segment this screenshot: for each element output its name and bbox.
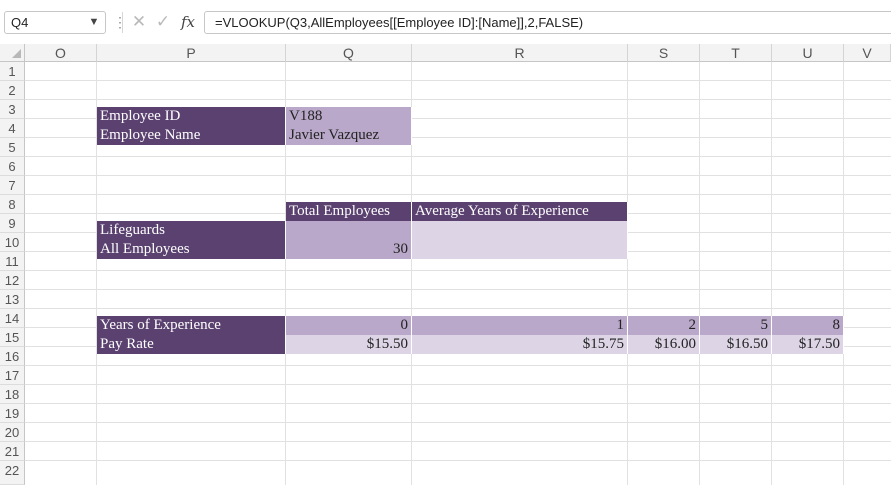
gridline xyxy=(25,270,891,271)
row-header[interactable]: 4 xyxy=(0,119,25,138)
row-header[interactable]: 11 xyxy=(0,252,25,271)
gridline xyxy=(25,384,891,385)
row-header[interactable]: 2 xyxy=(0,81,25,100)
employee-name-label-cell[interactable]: Employee Name xyxy=(97,126,286,145)
gridline xyxy=(25,156,891,157)
gridline xyxy=(25,194,891,195)
row-header[interactable]: 13 xyxy=(0,290,25,309)
row-header[interactable]: 19 xyxy=(0,404,25,423)
row-header[interactable]: 1 xyxy=(0,62,25,81)
chevron-down-icon[interactable]: ▼ xyxy=(87,14,101,31)
row-header[interactable]: 14 xyxy=(0,309,25,328)
row-header[interactable]: 7 xyxy=(0,176,25,195)
row-header[interactable]: 20 xyxy=(0,423,25,442)
total-employees-header-cell[interactable]: Total Employees xyxy=(286,202,412,221)
column-header-t[interactable]: T xyxy=(700,44,772,62)
years-of-experience-label-cell[interactable]: Years of Experience xyxy=(97,316,286,335)
pay-rate-cell[interactable]: $15.50 xyxy=(286,335,412,354)
column-header-s[interactable]: S xyxy=(628,44,700,62)
row-header[interactable]: 21 xyxy=(0,442,25,461)
pay-rate-cell[interactable]: $16.50 xyxy=(700,335,772,354)
years-cell[interactable]: 1 xyxy=(412,316,628,335)
row-header[interactable]: 12 xyxy=(0,271,25,290)
gridline xyxy=(25,441,891,442)
years-cell[interactable]: 5 xyxy=(700,316,772,335)
check-icon[interactable]: ✓ xyxy=(154,12,172,32)
gridline xyxy=(25,80,891,81)
years-cell[interactable]: 0 xyxy=(286,316,412,335)
column-header-u[interactable]: U xyxy=(772,44,844,62)
worksheet-grid[interactable]: O P Q R S T U V 1 2 3 4 5 6 7 8 9 10 11 … xyxy=(0,44,891,485)
select-all-corner[interactable] xyxy=(0,44,25,62)
pay-rate-label-cell[interactable]: Pay Rate xyxy=(97,335,286,354)
lifeguards-label-cell[interactable]: Lifeguards xyxy=(97,221,286,240)
row-header[interactable]: 5 xyxy=(0,138,25,157)
all-employees-average-cell[interactable] xyxy=(412,240,628,259)
column-header-o[interactable]: O xyxy=(25,44,97,62)
fx-icon[interactable]: fx xyxy=(178,11,198,33)
gridline xyxy=(25,289,891,290)
gridline xyxy=(25,460,891,461)
pay-rate-cell[interactable]: $15.75 xyxy=(412,335,628,354)
more-options-icon[interactable]: ⋮ xyxy=(113,13,127,31)
years-cell[interactable]: 8 xyxy=(772,316,844,335)
average-years-header-cell[interactable]: Average Years of Experience xyxy=(412,202,628,221)
gridline xyxy=(25,365,891,366)
lifeguards-average-cell[interactable] xyxy=(412,221,628,240)
column-header-r[interactable]: R xyxy=(412,44,628,62)
lifeguards-total-cell[interactable] xyxy=(286,221,412,240)
close-icon[interactable]: ✕ xyxy=(130,12,148,32)
row-header[interactable]: 22 xyxy=(0,461,25,485)
formula-bar: Q4 ▼ ⋮ ✕ ✓ fx =VLOOKUP(Q3,AllEmployees[[… xyxy=(0,0,891,44)
pay-rate-cell[interactable]: $17.50 xyxy=(772,335,844,354)
gridline xyxy=(25,175,891,176)
years-cell[interactable]: 2 xyxy=(628,316,700,335)
employee-id-label-cell[interactable]: Employee ID xyxy=(97,107,286,126)
row-header[interactable]: 17 xyxy=(0,366,25,385)
formula-input[interactable]: =VLOOKUP(Q3,AllEmployees[[Employee ID]:[… xyxy=(204,11,891,34)
employee-id-value-cell[interactable]: V188 xyxy=(286,107,412,126)
row-header[interactable]: 15 xyxy=(0,328,25,347)
gridline xyxy=(25,422,891,423)
row-header[interactable]: 8 xyxy=(0,195,25,214)
all-employees-total-cell[interactable]: 30 xyxy=(286,240,412,259)
formula-bar-divider xyxy=(122,12,123,33)
column-header-p[interactable]: P xyxy=(97,44,286,62)
select-all-icon[interactable] xyxy=(12,49,21,58)
column-header-q[interactable]: Q xyxy=(286,44,412,62)
gridline xyxy=(25,99,891,100)
all-employees-label-cell[interactable]: All Employees xyxy=(97,240,286,259)
row-header[interactable]: 16 xyxy=(0,347,25,366)
row-header[interactable]: 6 xyxy=(0,157,25,176)
gridline xyxy=(25,308,891,309)
row-header[interactable]: 9 xyxy=(0,214,25,233)
name-box[interactable]: Q4 ▼ xyxy=(4,11,106,34)
formula-text[interactable]: =VLOOKUP(Q3,AllEmployees[[Employee ID]:[… xyxy=(215,15,583,30)
employee-name-value-cell[interactable]: Javier Vazquez xyxy=(286,126,412,145)
row-header[interactable]: 3 xyxy=(0,100,25,119)
pay-rate-cell[interactable]: $16.00 xyxy=(628,335,700,354)
name-box-value[interactable]: Q4 xyxy=(11,15,28,30)
row-header[interactable]: 18 xyxy=(0,385,25,404)
gridline xyxy=(25,403,891,404)
column-header-v[interactable]: V xyxy=(844,44,891,62)
row-header[interactable]: 10 xyxy=(0,233,25,252)
